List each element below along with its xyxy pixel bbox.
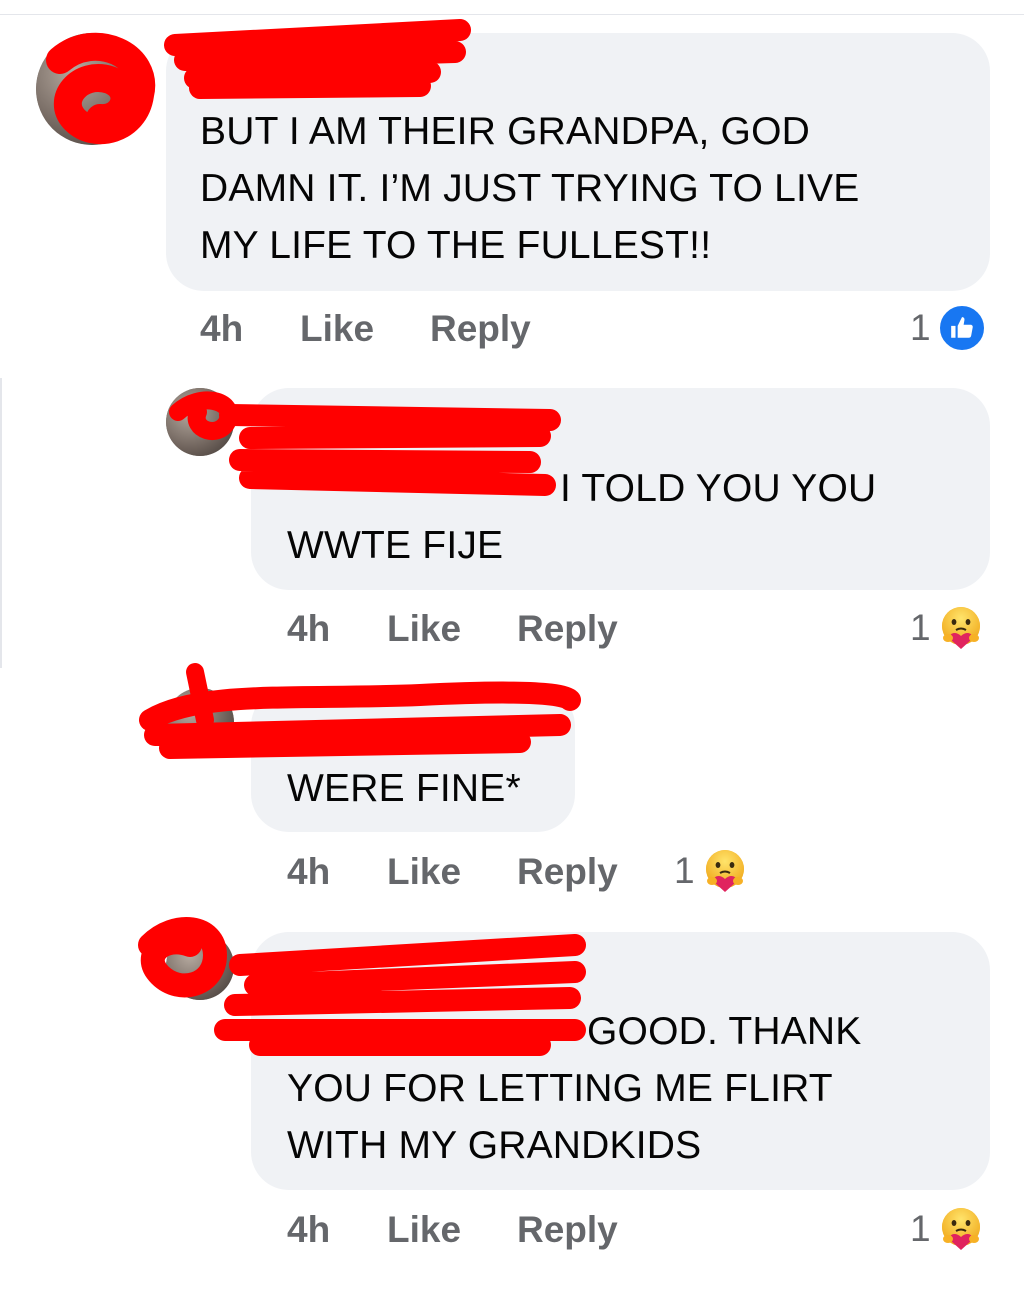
redaction-scribble bbox=[46, 19, 586, 1056]
